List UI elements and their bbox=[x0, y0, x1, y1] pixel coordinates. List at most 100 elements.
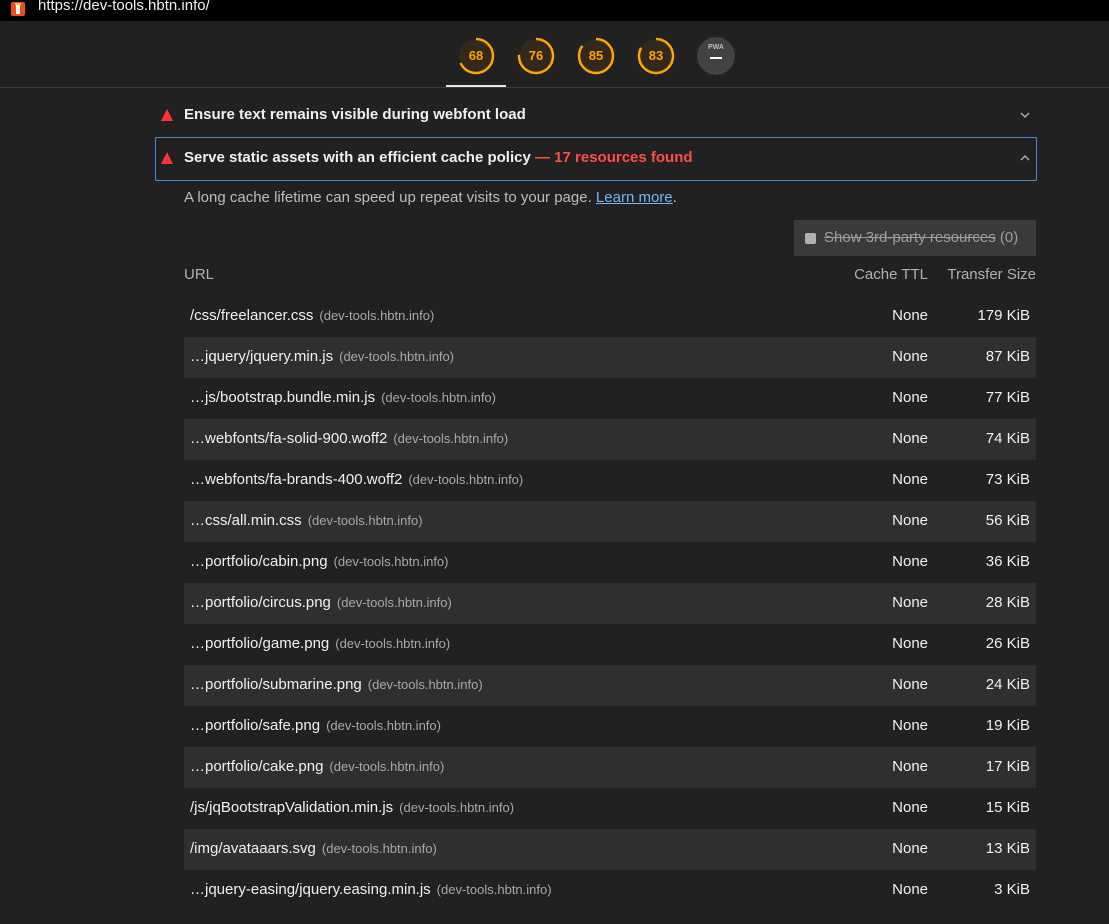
resource-url[interactable]: …webfonts/fa-brands-400.woff2 bbox=[190, 471, 402, 488]
fail-triangle-icon bbox=[161, 152, 173, 164]
score-value: 68 bbox=[468, 48, 484, 63]
audit-title-text: Serve static assets with an efficient ca… bbox=[184, 149, 531, 166]
table-row: /img/avataaars.svg (dev-tools.hbtn.info) N… bbox=[184, 829, 1036, 870]
description-text: A long cache lifetime can speed up repea… bbox=[184, 189, 592, 206]
resource-url-cell: …jquery-easing/jquery.easing.min.js (dev-… bbox=[190, 881, 552, 898]
description-period: . bbox=[672, 189, 677, 206]
cache-ttl-cell: None bbox=[892, 389, 928, 406]
transfer-size-cell: 73 KiB bbox=[985, 471, 1030, 488]
resource-url[interactable]: …webfonts/fa-solid-900.woff2 bbox=[190, 430, 387, 447]
fail-triangle-icon bbox=[161, 109, 173, 121]
chevron-up-icon[interactable] bbox=[1018, 151, 1032, 165]
cache-ttl-cell: None bbox=[892, 307, 928, 324]
cache-ttl-cell: None bbox=[892, 676, 928, 693]
cache-ttl-cell: None bbox=[892, 799, 928, 816]
cache-ttl-cell: None bbox=[892, 635, 928, 652]
filter-label-text: Show 3rd-party resources bbox=[824, 229, 996, 246]
audit-uses-long-cache-ttl[interactable]: Serve static assets with an efficient ca… bbox=[155, 137, 1037, 181]
resource-url-cell: …css/all.min.css (dev-tools.hbtn.info) bbox=[190, 512, 423, 529]
resource-url[interactable]: …portfolio/submarine.png bbox=[190, 676, 362, 693]
cache-ttl-cell: None bbox=[892, 553, 928, 570]
score-gauge-accessibility[interactable]: 76 bbox=[517, 37, 555, 75]
score-gauge-best-practices[interactable]: 85 bbox=[577, 37, 615, 75]
third-party-filter[interactable]: Show 3rd-party resources (0) bbox=[794, 220, 1036, 256]
cache-ttl-cell: None bbox=[892, 758, 928, 775]
resource-url[interactable]: …portfolio/cabin.png bbox=[190, 553, 328, 570]
resource-host: (dev-tools.hbtn.info) bbox=[367, 677, 483, 692]
audit-display-value: — 17 resources found bbox=[535, 149, 693, 166]
resource-url[interactable]: …jquery/jquery.min.js bbox=[190, 348, 333, 365]
score-gauge-pwa[interactable]: PWA bbox=[697, 37, 735, 75]
resource-url-cell: …webfonts/fa-solid-900.woff2 (dev-tools.h… bbox=[190, 430, 508, 447]
resource-host: (dev-tools.hbtn.info) bbox=[333, 554, 449, 569]
table-row: /css/freelancer.css (dev-tools.hbtn.info)… bbox=[184, 296, 1036, 337]
resource-url[interactable]: …css/all.min.css bbox=[190, 512, 302, 529]
transfer-size-cell: 74 KiB bbox=[985, 430, 1030, 447]
resource-url-cell: …js/bootstrap.bundle.min.js (dev-tools.hb… bbox=[190, 389, 496, 406]
resource-url[interactable]: /js/jqBootstrapValidation.min.js bbox=[190, 799, 393, 816]
resource-host: (dev-tools.hbtn.info) bbox=[336, 595, 452, 610]
resource-url-cell: /css/freelancer.css (dev-tools.hbtn.info) bbox=[190, 307, 434, 324]
resource-url[interactable]: …jquery-easing/jquery.easing.min.js bbox=[190, 881, 431, 898]
resource-url[interactable]: …js/bootstrap.bundle.min.js bbox=[190, 389, 375, 406]
column-header-cache-ttl: Cache TTL bbox=[854, 266, 928, 283]
table-row: …css/all.min.css (dev-tools.hbtn.info) Non… bbox=[184, 501, 1036, 542]
resource-url[interactable]: …portfolio/safe.png bbox=[190, 717, 320, 734]
resource-host: (dev-tools.hbtn.info) bbox=[329, 759, 445, 774]
transfer-size-cell: 24 KiB bbox=[985, 676, 1030, 693]
resource-url-cell: …portfolio/game.png (dev-tools.hbtn.info) bbox=[190, 635, 450, 652]
resource-host: (dev-tools.hbtn.info) bbox=[393, 431, 509, 446]
cache-ttl-cell: None bbox=[892, 881, 928, 898]
transfer-size-cell: 28 KiB bbox=[985, 594, 1030, 611]
learn-more-link[interactable]: Learn more bbox=[596, 189, 673, 206]
audit-font-display[interactable]: Ensure text remains visible during webfo… bbox=[156, 95, 1036, 138]
table-row: …webfonts/fa-brands-400.woff2 (dev-tools.… bbox=[184, 460, 1036, 501]
table-row: …jquery/jquery.min.js (dev-tools.hbtn.inf… bbox=[184, 337, 1036, 378]
resource-url[interactable]: …portfolio/circus.png bbox=[190, 594, 331, 611]
resource-url-cell: …portfolio/submarine.png (dev-tools.hbtn.… bbox=[190, 676, 483, 693]
resource-host: (dev-tools.hbtn.info) bbox=[319, 308, 435, 323]
table-row: …webfonts/fa-solid-900.woff2 (dev-tools.h… bbox=[184, 419, 1036, 460]
active-gauge-underline bbox=[446, 85, 506, 87]
transfer-size-cell: 36 KiB bbox=[985, 553, 1030, 570]
table-row: …portfolio/cake.png (dev-tools.hbtn.info)… bbox=[184, 747, 1036, 788]
table-row: …portfolio/cabin.png (dev-tools.hbtn.info… bbox=[184, 542, 1036, 583]
table-row: …js/bootstrap.bundle.min.js (dev-tools.hb… bbox=[184, 378, 1036, 419]
table-row: …portfolio/safe.png (dev-tools.hbtn.info)… bbox=[184, 706, 1036, 747]
resource-host: (dev-tools.hbtn.info) bbox=[307, 513, 423, 528]
transfer-size-cell: 19 KiB bbox=[985, 717, 1030, 734]
table-row: /js/jqBootstrapValidation.min.js (dev-too… bbox=[184, 788, 1036, 829]
resource-url-cell: …portfolio/safe.png (dev-tools.hbtn.info) bbox=[190, 717, 441, 734]
transfer-size-cell: 87 KiB bbox=[985, 348, 1030, 365]
transfer-size-cell: 56 KiB bbox=[985, 512, 1030, 529]
chevron-down-icon[interactable] bbox=[1018, 108, 1032, 122]
score-gauge-seo[interactable]: 83 bbox=[637, 37, 675, 75]
cache-ttl-cell: None bbox=[892, 430, 928, 447]
transfer-size-cell: 13 KiB bbox=[985, 840, 1030, 857]
resource-host: (dev-tools.hbtn.info) bbox=[381, 390, 496, 405]
audit-title: Serve static assets with an efficient ca… bbox=[184, 149, 693, 166]
filter-count: (0) bbox=[999, 229, 1019, 246]
score-value: 85 bbox=[588, 48, 604, 63]
resource-host: (dev-tools.hbtn.info) bbox=[339, 349, 455, 364]
resource-url[interactable]: …portfolio/cake.png bbox=[190, 758, 323, 775]
score-value: 76 bbox=[528, 48, 544, 63]
pwa-dash-icon bbox=[710, 57, 722, 59]
audit-description: A long cache lifetime can speed up repea… bbox=[184, 189, 677, 206]
resource-url-cell: …portfolio/circus.png (dev-tools.hbtn.inf… bbox=[190, 594, 452, 611]
browser-url-bar: https://dev-tools.hbtn.info/ bbox=[0, 0, 1109, 21]
resource-url-cell: …portfolio/cake.png (dev-tools.hbtn.info) bbox=[190, 758, 444, 775]
resource-url[interactable]: /css/freelancer.css bbox=[190, 307, 313, 324]
resource-url[interactable]: /img/avataaars.svg bbox=[190, 840, 316, 857]
resource-url[interactable]: …portfolio/game.png bbox=[190, 635, 329, 652]
cache-ttl-cell: None bbox=[892, 717, 928, 734]
transfer-size-cell: 17 KiB bbox=[985, 758, 1030, 775]
resource-url-cell: /img/avataaars.svg (dev-tools.hbtn.info) bbox=[190, 840, 437, 857]
page-url[interactable]: https://dev-tools.hbtn.info/ bbox=[38, 0, 210, 14]
transfer-size-cell: 3 KiB bbox=[994, 881, 1030, 898]
score-header: 68 76 85 83 PWA bbox=[0, 21, 1109, 88]
score-gauge-performance[interactable]: 68 bbox=[457, 37, 495, 75]
third-party-checkbox[interactable] bbox=[805, 233, 816, 244]
column-header-url: URL bbox=[184, 266, 215, 283]
lighthouse-logo-icon bbox=[11, 2, 25, 16]
